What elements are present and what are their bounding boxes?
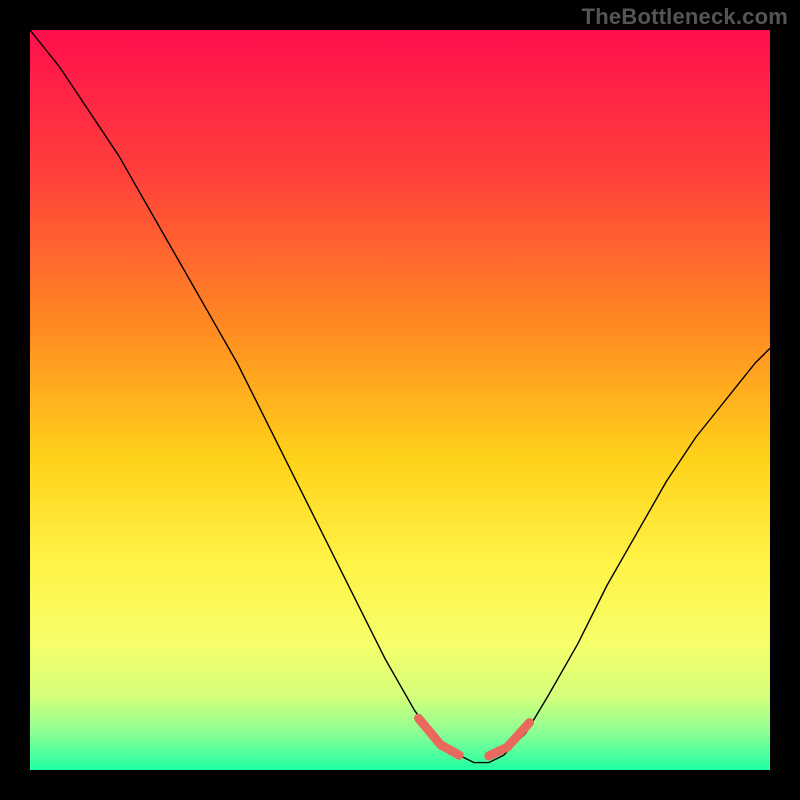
plot-area xyxy=(30,30,770,770)
watermark-text: TheBottleneck.com xyxy=(582,4,788,30)
chart-container: TheBottleneck.com xyxy=(0,0,800,800)
gradient-background xyxy=(30,30,770,770)
chart-svg xyxy=(30,30,770,770)
